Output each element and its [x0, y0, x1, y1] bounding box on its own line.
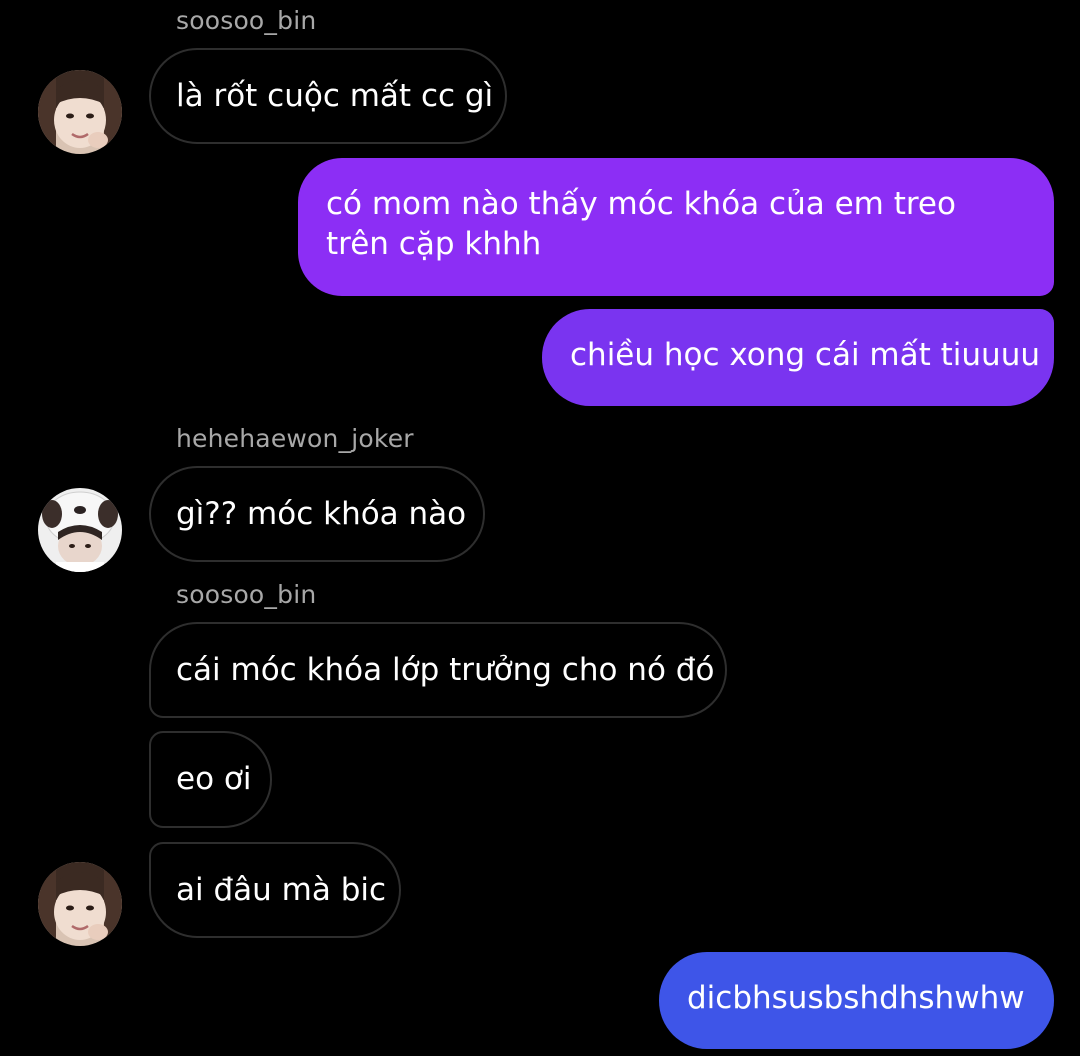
message-bubble-incoming[interactable]: eo ơi — [149, 731, 272, 828]
message-text: ai đâu mà bic — [176, 872, 387, 908]
message-text: gì?? móc khóa nào — [176, 496, 467, 532]
sender-name-soosoo-bin: soosoo_bin — [176, 580, 317, 609]
avatar-soosoo-bin[interactable] — [38, 862, 122, 946]
message-bubble-outgoing[interactable]: dicbhsusbshdhshwhw — [659, 952, 1054, 1049]
message-bubble-outgoing[interactable]: chiều học xong cái mất tiuuuu — [542, 309, 1054, 406]
message-bubble-incoming[interactable]: ai đâu mà bic — [149, 842, 401, 938]
sender-name-soosoo-bin: soosoo_bin — [176, 6, 317, 35]
message-text: chiều học xong cái mất tiuuuu — [570, 337, 1040, 373]
message-bubble-incoming[interactable]: cái móc khóa lớp trưởng cho nó đó — [149, 622, 727, 718]
avatar-image — [38, 862, 122, 946]
message-text: có mom nào thấy móc khóa của em treo trê… — [326, 186, 956, 262]
message-bubble-incoming[interactable]: gì?? móc khóa nào — [149, 466, 485, 562]
message-bubble-outgoing[interactable]: có mom nào thấy móc khóa của em treo trê… — [298, 158, 1054, 296]
message-text: cái móc khóa lớp trưởng cho nó đó — [176, 652, 715, 688]
avatar-hehehaewon-joker[interactable] — [38, 488, 122, 572]
avatar-image — [38, 488, 122, 572]
message-bubble-incoming[interactable]: là rốt cuộc mất cc gì — [149, 48, 507, 144]
message-text: dicbhsusbshdhshwhw — [687, 980, 1025, 1016]
message-text: là rốt cuộc mất cc gì — [176, 78, 494, 114]
sender-name-hehehaewon-joker: hehehaewon_joker — [176, 424, 414, 453]
avatar-soosoo-bin[interactable] — [38, 70, 122, 154]
message-text: eo ơi — [176, 761, 252, 797]
avatar-image — [38, 70, 122, 154]
